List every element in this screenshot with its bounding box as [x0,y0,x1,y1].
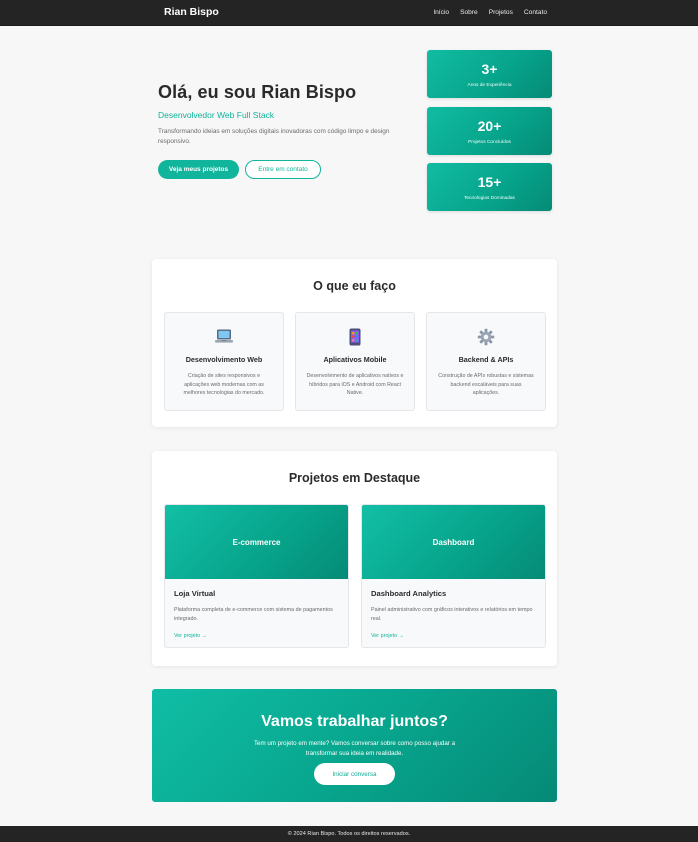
service-description: Criação de sites responsivos e aplicaçõe… [183,373,265,397]
hero-description: Transformando ideias em soluções digitai… [158,128,390,145]
project-banner: Dashboard [362,505,545,579]
project-name: Loja Virtual [174,589,216,598]
nav-link-contato[interactable]: Contato [524,9,547,16]
stat-card-technologies: 15+ Tecnologias Dominadas [427,163,552,211]
contact-button[interactable]: Entre em contato [245,160,321,179]
laptop-icon [165,328,283,346]
view-project-link[interactable]: Ver projeto → [371,633,404,639]
stat-label: Tecnologias Dominadas [464,196,515,201]
project-card-dashboard: Dashboard Dashboard Analytics Painel adm… [361,504,546,648]
services-title: O que eu faço [313,279,396,293]
brand-logo[interactable]: Rian Bispo [164,6,219,18]
gear-icon [427,328,545,346]
cta-section: Vamos trabalhar juntos? Tem um projeto e… [152,689,557,802]
stat-label: Anos de Experiência [467,83,512,88]
projects-title: Projetos em Destaque [288,471,421,485]
service-description: Construção de APIs robustas e sistemas b… [438,373,534,397]
service-title: Desenvolvimento Web [185,355,263,364]
service-title: Backend & APIs [458,355,514,364]
stat-label: Projetos Concluídos [468,140,511,145]
service-card-backend: Backend & APIs Construção de APIs robust… [426,312,546,411]
main-nav: Início Sobre Projetos Contato [433,9,547,16]
nav-link-projetos[interactable]: Projetos [489,9,513,16]
cta-description: Tem um projeto em mente? Vamos conversar… [253,740,456,757]
hero-subtitle: Desenvolvedor Web Full Stack [158,110,275,120]
stat-value: 3+ [481,61,498,77]
cta-title: Vamos trabalhar juntos? [261,713,448,730]
nav-link-inicio[interactable]: Início [433,9,449,16]
projects-section: Projetos em Destaque E-commerce Loja Vir… [152,451,557,666]
stat-value: 20+ [477,118,502,134]
stat-card-projects: 20+ Projetos Concluídos [427,107,552,155]
project-banner: E-commerce [165,505,348,579]
project-description: Plataforma completa de e-commerce com si… [174,607,333,622]
service-title: Aplicativos Mobile [323,355,387,364]
top-navbar: Rian Bispo Início Sobre Projetos Contato [0,0,698,26]
hero-title: Olá, eu sou Rian Bispo [158,82,357,102]
smartphone-icon [296,328,414,346]
service-description: Desenvolvimento de aplicativos nativos e… [306,373,404,397]
project-card-ecommerce: E-commerce Loja Virtual Plataforma compl… [164,504,349,648]
start-conversation-button[interactable]: Iniciar conversa [314,763,395,785]
footer-copyright: © 2024 Rian Bispo. Todos os direitos res… [287,831,411,837]
stat-value: 15+ [477,174,502,190]
services-section: O que eu faço Desenvolvimento Web Criaçã… [152,259,557,427]
project-description: Painel administrativo com gráficos inter… [371,607,533,622]
stat-card-experience: 3+ Anos de Experiência [427,50,552,98]
service-card-web: Desenvolvimento Web Criação de sites res… [164,312,284,411]
view-projects-button[interactable]: Veja meus projetos [158,160,239,179]
service-card-mobile: Aplicativos Mobile Desenvolvimento de ap… [295,312,415,411]
nav-link-sobre[interactable]: Sobre [460,9,478,16]
view-project-link[interactable]: Ver projeto → [174,633,207,639]
footer: © 2024 Rian Bispo. Todos os direitos res… [0,826,698,842]
project-name: Dashboard Analytics [371,589,447,598]
